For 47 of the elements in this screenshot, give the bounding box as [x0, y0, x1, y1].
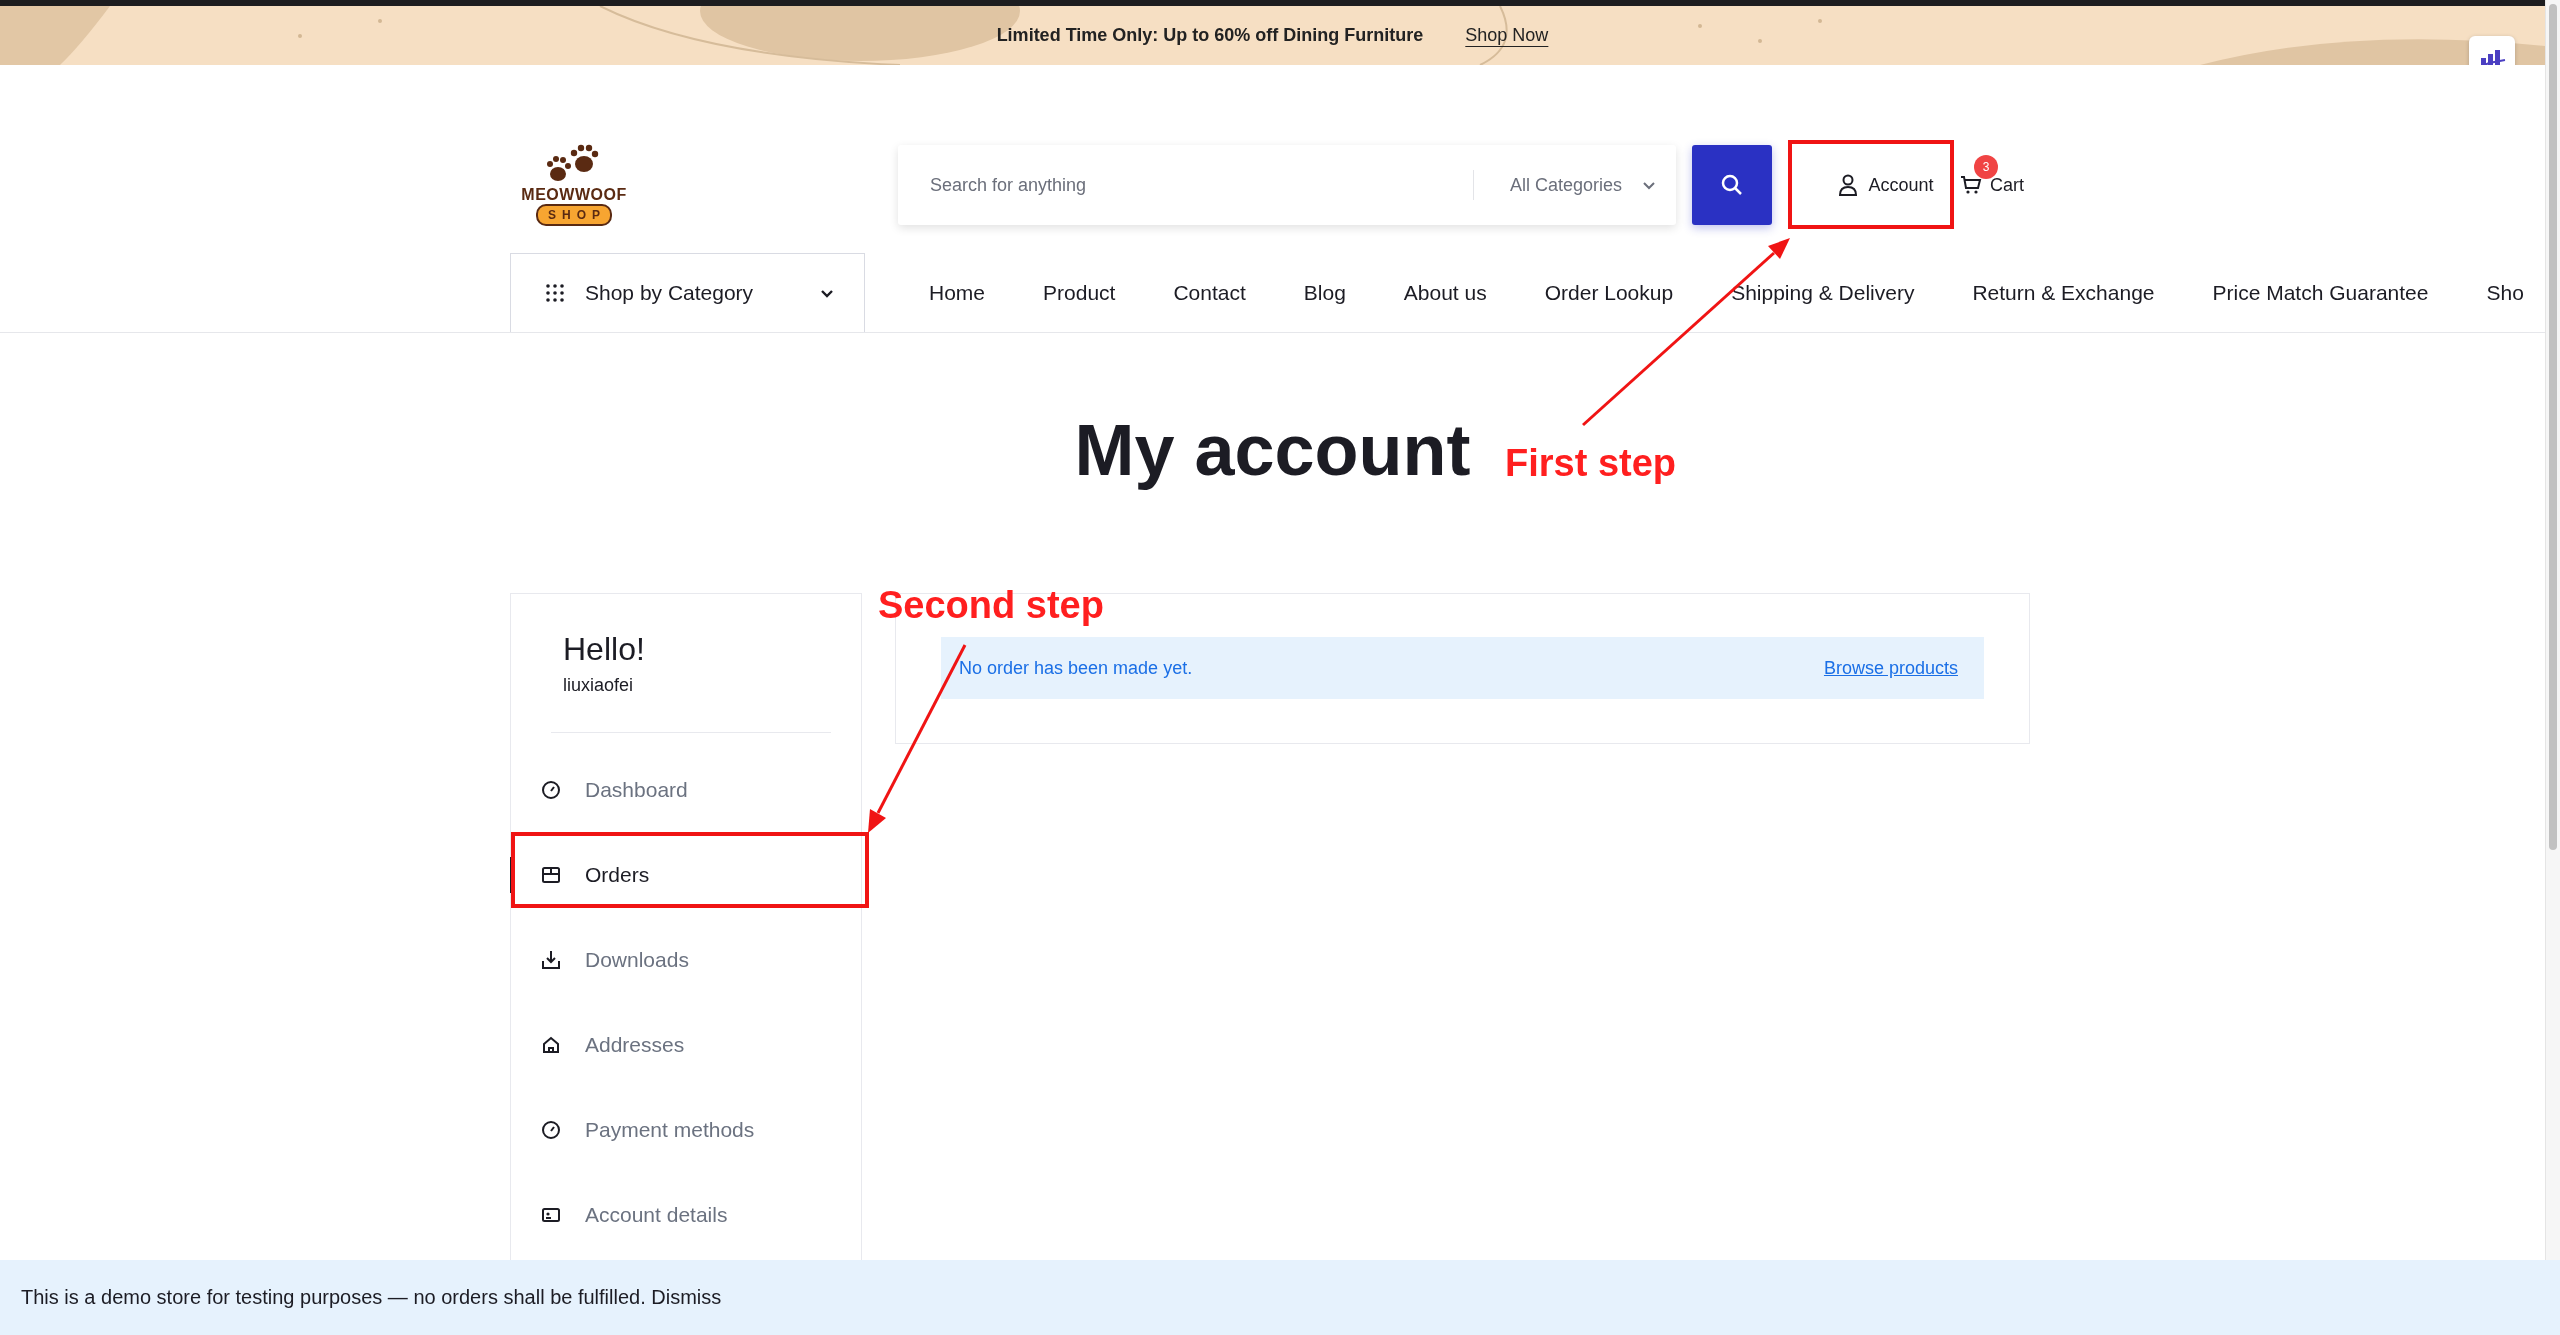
step-label: Second step [878, 583, 1104, 627]
category-dropdown[interactable]: All Categories [1472, 170, 1676, 200]
greeting: Hello! [563, 630, 645, 669]
grid-icon [545, 283, 565, 303]
cart-icon [1960, 175, 1982, 195]
chevron-down-icon [820, 288, 834, 298]
box-icon [541, 864, 561, 885]
account-button[interactable]: Account [1788, 141, 1954, 229]
dismiss-link[interactable]: Dismiss [651, 1286, 722, 1308]
step-label: First step [1505, 441, 1677, 485]
download-icon [541, 949, 561, 970]
gauge-icon [541, 779, 561, 800]
nav-link[interactable]: Return & Exchange [1972, 280, 2155, 305]
sidebar-item[interactable]: Dashboard [511, 747, 861, 832]
shop-by-category-button[interactable]: Shop by Category [510, 253, 865, 332]
sidebar-item[interactable]: Downloads [511, 917, 861, 1002]
sidebar-item[interactable]: Account details [511, 1172, 861, 1257]
nav-link[interactable]: Price Match Guarantee [2212, 280, 2429, 305]
nav-link[interactable]: Order Lookup [1544, 280, 1674, 305]
page-title: My account [1074, 409, 1471, 492]
cart-count-badge: 3 [1974, 155, 1998, 179]
nav-link[interactable]: Contact [1173, 280, 1246, 305]
sidebar-item[interactable]: Addresses [511, 1002, 861, 1087]
house-icon [541, 1034, 561, 1055]
cart-button[interactable]: Cart 3 [1954, 153, 2024, 217]
nav-link[interactable]: Home [929, 280, 986, 305]
nav-link[interactable]: Product [1043, 280, 1116, 305]
nav-link[interactable]: Sho [2486, 280, 2524, 305]
sidebar-item[interactable]: Orders [511, 832, 861, 917]
shop-now-link[interactable]: Shop Now [1465, 25, 1549, 46]
demo-store-notice: This is a demo store for testing purposes — no orders shall be fulfilled. Dismiss [21, 1286, 722, 1309]
person-icon [1838, 174, 1859, 196]
nav-link[interactable]: About us [1403, 280, 1487, 305]
sidebar-item[interactable]: Payment methods [511, 1087, 861, 1172]
scrollbar-thumb[interactable] [2549, 4, 2557, 850]
search-icon [1720, 173, 1744, 197]
username: liuxiaofei [563, 675, 634, 696]
notice-text: No order has been made yet. [959, 657, 1193, 679]
browse-products-link[interactable]: Browse products [1823, 657, 1958, 679]
nav-link[interactable]: Shipping & Delivery [1731, 280, 1915, 305]
gauge-icon [541, 1119, 561, 1140]
store-logo[interactable]: MEOWWOOF SHOP [510, 144, 638, 226]
chevron-down-icon [1642, 180, 1656, 190]
promo-text: Limited Time Only: Up to 60% off Dining Furniture [996, 25, 1424, 46]
nav-link[interactable]: Blog [1303, 280, 1346, 305]
search-field[interactable]: Search for anything All Categories [898, 145, 1676, 225]
search-button[interactable] [1692, 145, 1772, 225]
